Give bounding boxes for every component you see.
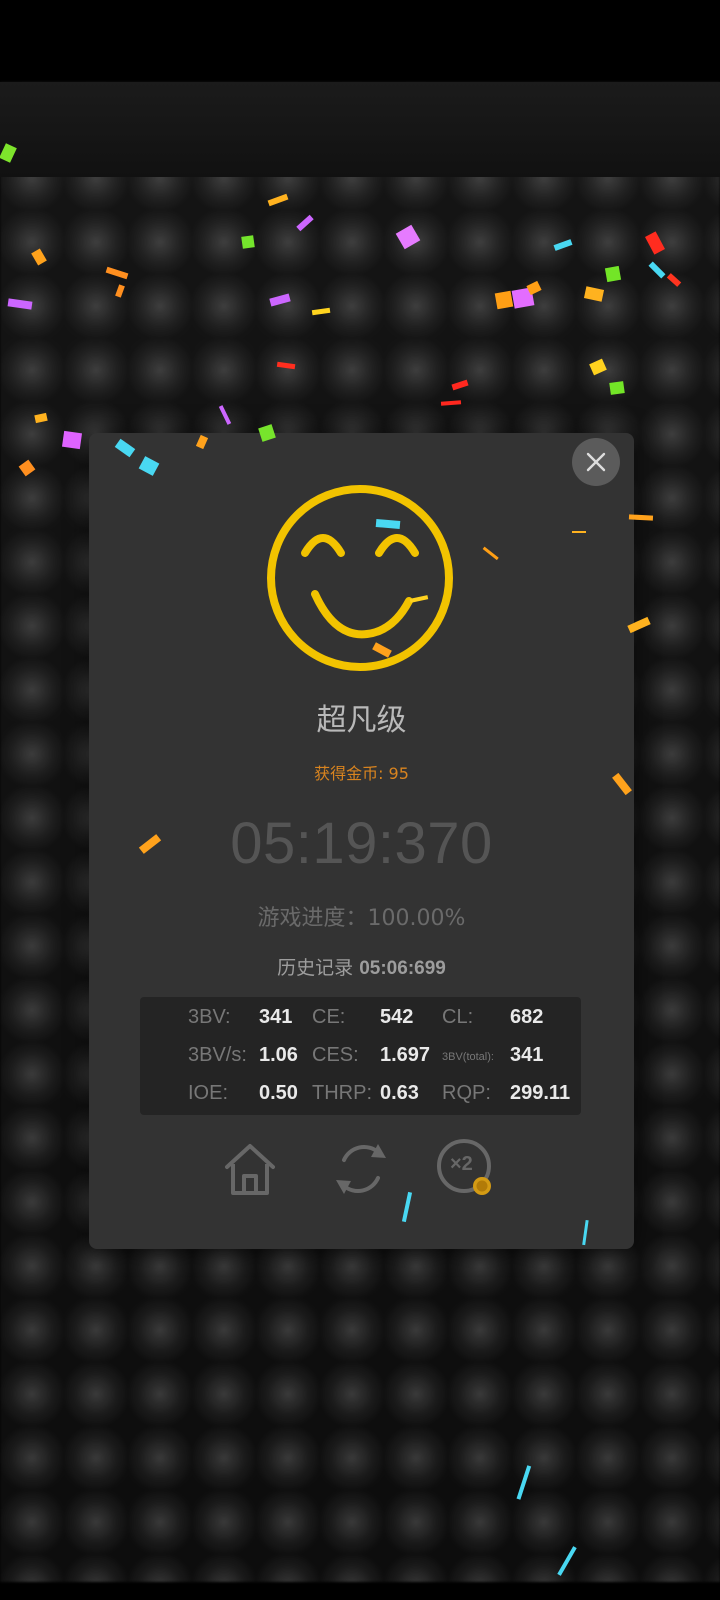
game-progress: 游戏进度：100.00% [257, 906, 466, 931]
close-button[interactable] [572, 438, 620, 486]
action-bar: ×2 [89, 1138, 634, 1208]
stat-value: 542 [380, 1006, 414, 1028]
stat-value: 1.06 [259, 1044, 298, 1066]
stat-value: 0.50 [259, 1082, 298, 1104]
history-label: 历史记录 [277, 957, 354, 979]
stats-panel: 3BV: 341 CE: 542 CL: 682 3BV/s: 1.06 CES… [140, 997, 581, 1115]
double-reward-label: ×2 [450, 1153, 473, 1175]
smiley-face-icon [267, 485, 453, 671]
stat-value: 341 [259, 1006, 293, 1028]
board-top-bar [0, 82, 720, 177]
home-button[interactable] [219, 1138, 281, 1200]
result-dialog: 超凡级 获得金币: 95 05:19:370 游戏进度：100.00% 历史记录… [89, 433, 634, 1249]
stat-label: 3BV/s: [188, 1044, 247, 1066]
restart-button[interactable] [330, 1138, 392, 1200]
restart-icon [336, 1144, 386, 1194]
stat-label: 3BV: [188, 1006, 231, 1028]
rank-title: 超凡级 [316, 703, 407, 738]
double-reward-button[interactable]: ×2 [436, 1138, 498, 1200]
game-time: 05:19:370 [230, 811, 493, 876]
stat-label: CES: [312, 1044, 359, 1066]
stat-label: IOE: [188, 1082, 229, 1104]
stat-label: 3BV(total): [442, 1051, 494, 1063]
history-value: 05:06:699 [359, 958, 446, 979]
stat-value: 0.63 [380, 1082, 419, 1104]
stat-label: THRP: [312, 1082, 372, 1104]
home-icon [225, 1144, 275, 1195]
game-screen: 超凡级 获得金币: 95 05:19:370 游戏进度：100.00% 历史记录… [0, 0, 720, 1600]
stat-value: 341 [510, 1044, 544, 1066]
stat-label: CE: [312, 1006, 346, 1028]
stat-value: 1.697 [380, 1044, 431, 1066]
history-record: 历史记录 05:06:699 [89, 953, 634, 980]
close-icon [586, 452, 606, 472]
stat-label: RQP: [442, 1082, 491, 1104]
stat-value: 682 [510, 1006, 544, 1028]
coins-earned: 获得金币: 95 [314, 764, 409, 783]
stat-value: 299.11 [510, 1082, 571, 1104]
stat-label: CL: [442, 1006, 474, 1028]
